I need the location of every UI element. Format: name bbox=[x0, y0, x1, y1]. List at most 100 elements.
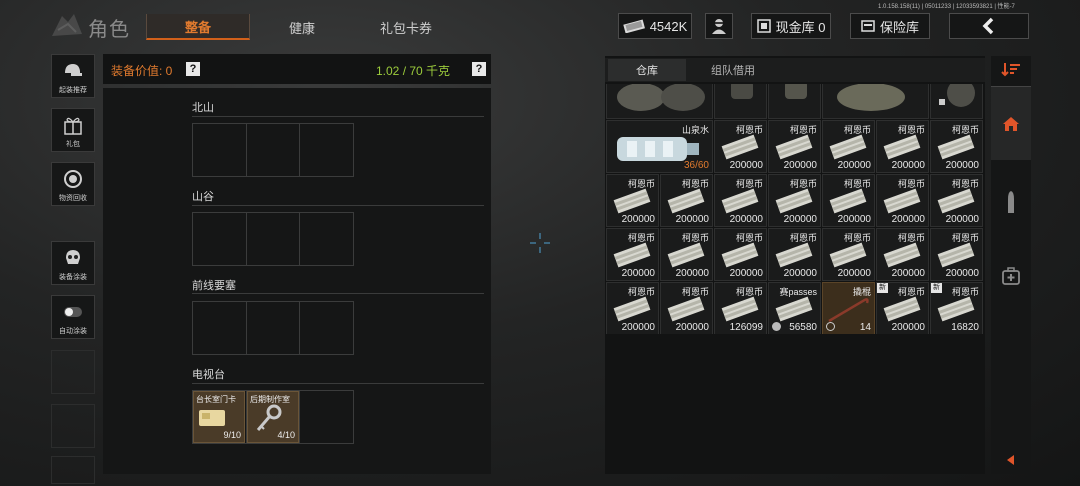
key-slot[interactable] bbox=[300, 391, 353, 443]
cash-stack-icon bbox=[883, 188, 921, 214]
backpack-item[interactable] bbox=[606, 84, 713, 119]
koen-coin-item[interactable]: 柯恩币 200000 bbox=[768, 120, 821, 173]
sidebar-item-gift[interactable]: 礼包 bbox=[51, 108, 95, 152]
carry-weight: 1.02 / 70 千克 bbox=[376, 64, 451, 78]
cash-stack-icon bbox=[721, 242, 759, 268]
sidebar-item-recommended-loadout[interactable]: 起装推荐 bbox=[51, 54, 95, 98]
koen-coin-item[interactable]: 柯恩币 200000 bbox=[822, 174, 875, 227]
helmet-gun-icon bbox=[65, 64, 82, 76]
koen-coin-item[interactable]: 柯恩币 200000 bbox=[606, 282, 659, 334]
sidebar-empty-slot bbox=[51, 404, 95, 448]
koen-coin-item[interactable]: 柯恩币 126099 bbox=[714, 282, 767, 334]
category-ammo[interactable] bbox=[991, 166, 1031, 238]
gift-icon bbox=[64, 117, 82, 135]
cash-stack-icon bbox=[667, 296, 705, 322]
collapse-button[interactable] bbox=[991, 446, 1031, 474]
bag-icon bbox=[939, 84, 975, 107]
key-slot[interactable] bbox=[247, 213, 301, 265]
cash-stack-icon bbox=[667, 188, 705, 214]
koen-coin-item[interactable]: 柯恩币 200000 bbox=[876, 174, 929, 227]
cash-stack-icon bbox=[883, 296, 921, 322]
koen-coin-item[interactable]: 柯恩币 200000 bbox=[876, 120, 929, 173]
sidebar-item-recycle[interactable]: 物资回收 bbox=[51, 162, 95, 206]
key-slots bbox=[192, 123, 354, 177]
koen-coin-item[interactable]: 柯恩币 200000 bbox=[660, 282, 713, 334]
cash-stack-icon bbox=[721, 188, 759, 214]
koen-coin-item[interactable]: 柯恩币 200000 bbox=[876, 228, 929, 281]
gear-item[interactable] bbox=[714, 84, 767, 119]
koen-coin-item[interactable]: 柯恩币 200000 bbox=[714, 228, 767, 281]
sidebar-item-auto-skin[interactable]: 自动涂装 bbox=[51, 295, 95, 339]
category-medical[interactable] bbox=[991, 240, 1031, 312]
crosshair-icon bbox=[530, 233, 550, 253]
koen-coin-item[interactable]: 新柯恩币 16820 bbox=[930, 282, 983, 334]
key-slot[interactable] bbox=[300, 124, 353, 176]
token-item[interactable]: 赛passes 56580 bbox=[768, 282, 821, 334]
agent-button[interactable] bbox=[705, 13, 733, 39]
cash-stack-icon bbox=[775, 242, 813, 268]
key-slots bbox=[192, 212, 354, 266]
equipment-value-help-button[interactable]: ? bbox=[186, 62, 200, 76]
recycle-icon bbox=[64, 170, 82, 188]
insurance-vault-button[interactable]: 保险库 bbox=[850, 13, 930, 39]
insurance-vault-label: 保险库 bbox=[879, 19, 919, 35]
cash-stack-icon bbox=[937, 188, 975, 214]
divider bbox=[192, 205, 484, 206]
koen-coin-item[interactable]: 柯恩币 200000 bbox=[660, 174, 713, 227]
category-home[interactable] bbox=[991, 86, 1031, 160]
tab-loadout[interactable]: 整备 bbox=[146, 14, 250, 40]
keycard-icon bbox=[199, 410, 225, 426]
gear-item[interactable] bbox=[768, 84, 821, 119]
cash-stack-icon bbox=[937, 296, 975, 322]
armor-vest-icon bbox=[837, 84, 905, 111]
cash-stack-icon bbox=[721, 296, 759, 322]
tab-health[interactable]: 健康 bbox=[252, 14, 352, 40]
key-post-production-room[interactable]: 后期制作室 4/10 bbox=[247, 391, 299, 443]
equipment-value: 装备价值: 0 bbox=[111, 64, 173, 78]
key-slot[interactable] bbox=[193, 124, 247, 176]
armor-item[interactable] bbox=[822, 84, 929, 119]
home-icon bbox=[1003, 116, 1019, 131]
key-slot[interactable] bbox=[300, 302, 353, 354]
koen-coin-item[interactable]: 柯恩币 200000 bbox=[768, 174, 821, 227]
cash-stack-icon bbox=[937, 242, 975, 268]
key-slot[interactable] bbox=[193, 302, 247, 354]
tab-warehouse[interactable]: 仓库 bbox=[608, 59, 686, 81]
cash-stack-icon bbox=[829, 242, 867, 268]
currency-amount: 4542K bbox=[649, 18, 688, 34]
cash-vault-label: 现金库 0 bbox=[775, 19, 826, 35]
koen-coin-item[interactable]: 柯恩币 200000 bbox=[822, 120, 875, 173]
sidebar-item-equipment-skin[interactable]: 装备涂装 bbox=[51, 241, 95, 285]
koen-coin-item[interactable]: 柯恩币 200000 bbox=[930, 174, 983, 227]
cash-stack-icon bbox=[883, 134, 921, 160]
water-bottle-item[interactable]: 山泉水 36/60 bbox=[606, 120, 713, 173]
page-title: 角色 bbox=[88, 19, 130, 41]
sort-button[interactable] bbox=[991, 58, 1031, 80]
currency-display[interactable]: 4542K bbox=[618, 13, 692, 39]
back-button[interactable] bbox=[949, 13, 1029, 39]
koen-coin-item[interactable]: 柯恩币 200000 bbox=[822, 228, 875, 281]
crowbar-item[interactable]: 撬棍 14 bbox=[822, 282, 875, 334]
koen-coin-item[interactable]: 柯恩币 200000 bbox=[660, 228, 713, 281]
koen-coin-item[interactable]: 柯恩币 200000 bbox=[606, 174, 659, 227]
toggle-icon bbox=[64, 307, 82, 317]
koen-coin-item[interactable]: 柯恩币 200000 bbox=[714, 174, 767, 227]
key-slot[interactable] bbox=[247, 302, 301, 354]
koen-coin-item[interactable]: 柯恩币 200000 bbox=[768, 228, 821, 281]
cash-vault-button[interactable]: 现金库 0 bbox=[751, 13, 831, 39]
koen-coin-item[interactable]: 柯恩币 200000 bbox=[930, 228, 983, 281]
keycard-director-office[interactable]: 台长室门卡 9/10 bbox=[193, 391, 245, 443]
koen-coin-item[interactable]: 柯恩币 200000 bbox=[714, 120, 767, 173]
koen-coin-item[interactable]: 柯恩币 200000 bbox=[930, 120, 983, 173]
pouch-icon bbox=[785, 84, 807, 99]
koen-coin-item[interactable]: 新柯恩币 200000 bbox=[876, 282, 929, 334]
key-slot[interactable] bbox=[247, 124, 301, 176]
key-slot[interactable] bbox=[300, 213, 353, 265]
gear-item[interactable] bbox=[930, 84, 983, 119]
key-slot[interactable] bbox=[193, 213, 247, 265]
koen-coin-item[interactable]: 柯恩币 200000 bbox=[606, 228, 659, 281]
version-info: 1.0.158.158(11) | 05011233 | 12033593821… bbox=[878, 4, 1015, 10]
weight-help-button[interactable]: ? bbox=[472, 62, 486, 76]
tab-gift-cards[interactable]: 礼包卡券 bbox=[356, 14, 456, 40]
tab-team-borrow[interactable]: 组队借用 bbox=[688, 59, 778, 81]
